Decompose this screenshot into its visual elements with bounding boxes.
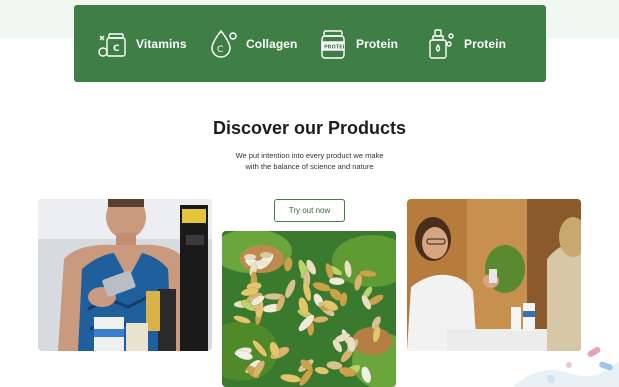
category-bar: C Vitamins C Collagen PROTEIN Protein Pr… xyxy=(74,5,546,82)
category-protein[interactable]: PROTEIN Protein xyxy=(316,5,398,82)
try-out-now-button[interactable]: Try out now xyxy=(274,199,345,222)
vitamin-bottle-icon: C xyxy=(96,27,130,61)
man-holding-supplements-photo xyxy=(38,199,212,351)
category-label: Collagen xyxy=(246,36,298,51)
pills-decoration xyxy=(513,347,619,387)
svg-text:C: C xyxy=(113,44,120,54)
protein-jar-icon: PROTEIN xyxy=(316,27,350,61)
category-protein-2[interactable]: Protein xyxy=(424,5,506,82)
svg-text:PROTEIN: PROTEIN xyxy=(324,44,349,50)
category-label: Vitamins xyxy=(136,36,187,51)
category-vitamins[interactable]: C Vitamins xyxy=(96,5,187,82)
category-label: Protein xyxy=(464,36,507,51)
capsules-on-leaves-photo xyxy=(222,231,396,387)
category-collagen[interactable]: C Collagen xyxy=(206,5,297,82)
section-title: Discover our Products xyxy=(212,118,407,138)
pharmacist-with-customer-photo xyxy=(407,199,581,351)
dropper-bottle-icon xyxy=(424,27,458,61)
category-label: Protein xyxy=(356,36,399,51)
collagen-drop-icon: C xyxy=(206,27,240,61)
svg-text:C: C xyxy=(217,45,223,55)
section-subtitle-line-1: We put intention into every product we m… xyxy=(235,151,384,160)
section-subtitle-line-2: with the balance of science and nature xyxy=(245,162,374,171)
